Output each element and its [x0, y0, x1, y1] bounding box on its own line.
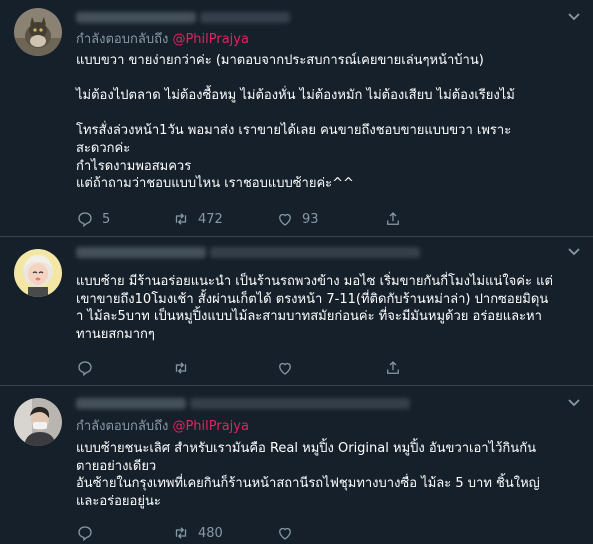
- tweet-text: แบบซ้าย มีร้านอร่อยแนะนำ เป็นร้านรถพวงข้…: [76, 274, 553, 342]
- avatar-photo[interactable]: [14, 398, 62, 446]
- reply-context: กำลังตอบกลับถึง @PhilPrajya: [76, 32, 249, 48]
- tweet-actions: [76, 359, 496, 379]
- share-button[interactable]: [384, 210, 402, 228]
- reply-count: 5: [102, 211, 111, 227]
- username-blurred: [210, 247, 420, 258]
- share-button[interactable]: [384, 359, 402, 377]
- mention-link[interactable]: @PhilPrajya: [172, 419, 249, 434]
- reply-button[interactable]: [76, 359, 94, 377]
- tweet-actions: 480: [76, 524, 496, 544]
- tweet-3[interactable]: กำลังตอบกลับถึง @PhilPrajya แบบซ้ายชนะเล…: [0, 386, 593, 542]
- like-button[interactable]: [276, 524, 302, 542]
- heart-icon: [279, 213, 291, 226]
- avatar-cat[interactable]: [14, 8, 62, 56]
- like-count: 93: [302, 211, 319, 227]
- retweet-count: 480: [198, 525, 223, 541]
- reply-context: กำลังตอบกลับถึง @PhilPrajya: [76, 419, 249, 435]
- username-blurred: [200, 12, 290, 23]
- reply-button[interactable]: [76, 524, 102, 542]
- tweet-text: แบบซ้ายชนะเลิศ สำหรับเรามันคือ Real หมูป…: [76, 441, 540, 509]
- retweet-icon: [175, 527, 187, 539]
- reply-prefix: กำลังตอบกลับถึง: [76, 419, 169, 434]
- retweet-icon: [175, 213, 187, 225]
- username-blurred: [190, 398, 410, 409]
- mention-link[interactable]: @PhilPrajya: [172, 32, 249, 47]
- chevron-down-icon[interactable]: [567, 12, 581, 22]
- like-button[interactable]: 93: [276, 210, 319, 228]
- reply-icon: [78, 212, 92, 228]
- retweet-button[interactable]: 480: [172, 524, 223, 542]
- reply-button[interactable]: 5: [76, 210, 110, 228]
- retweet-button[interactable]: [172, 359, 190, 377]
- reply-prefix: กำลังตอบกลับถึง: [76, 32, 169, 47]
- reply-icon: [78, 361, 92, 377]
- display-name-blurred[interactable]: [76, 398, 186, 409]
- tweet-actions: 5 472 93: [76, 210, 496, 230]
- heart-icon: [279, 362, 291, 375]
- avatar-cartoon[interactable]: [14, 249, 62, 297]
- tweet-text: แบบขวา ขายง่ายกว่าค่ะ (มาตอบจากประสบการณ…: [76, 53, 515, 192]
- retweet-button[interactable]: 472: [172, 210, 223, 228]
- tweet-2[interactable]: แบบซ้าย มีร้านอร่อยแนะนำ เป็นร้านรถพวงข้…: [0, 237, 593, 385]
- display-name-blurred[interactable]: [76, 12, 196, 23]
- reply-icon: [78, 526, 92, 542]
- share-icon: [387, 212, 399, 225]
- like-button[interactable]: [276, 359, 294, 377]
- retweet-count: 472: [198, 211, 223, 227]
- chevron-down-icon[interactable]: [567, 247, 581, 257]
- tweet-1[interactable]: กำลังตอบกลับถึง @PhilPrajya แบบขวา ขายง่…: [0, 0, 593, 236]
- retweet-icon: [175, 362, 187, 374]
- heart-icon: [279, 527, 291, 540]
- display-name-blurred[interactable]: [76, 247, 206, 258]
- share-icon: [387, 361, 399, 374]
- chevron-down-icon[interactable]: [567, 398, 581, 408]
